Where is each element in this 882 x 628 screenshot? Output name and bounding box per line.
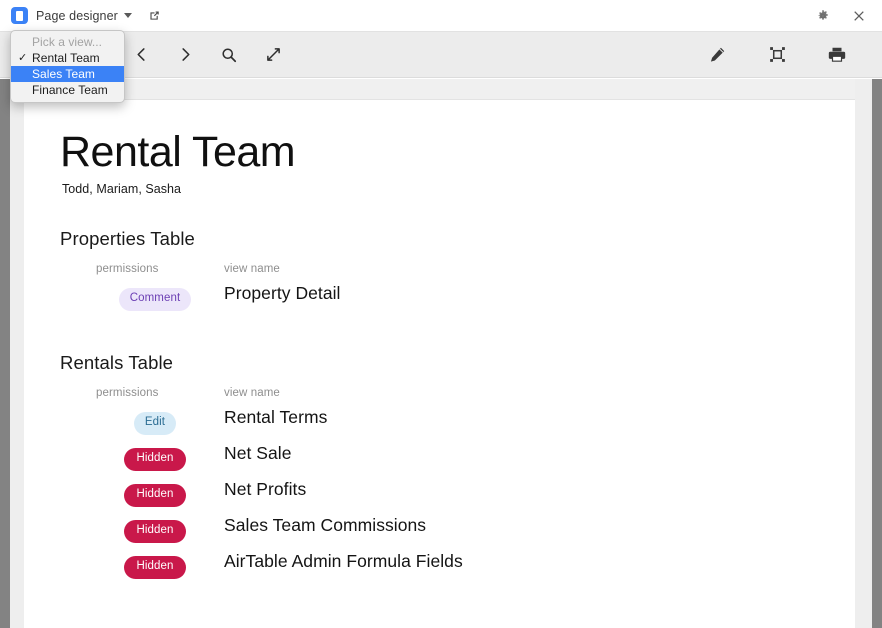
printer-icon[interactable] [826, 44, 848, 66]
view-name-cell: Sales Team Commissions [224, 515, 427, 536]
titlebar-left-group: Page designer [0, 7, 161, 24]
view-picker-menu: Pick a view... ✓ Rental Team Sales Team … [10, 30, 125, 103]
search-icon[interactable] [218, 44, 240, 66]
page-subtitle: Todd, Mariam, Sasha [62, 182, 182, 197]
permission-cell: Hidden [96, 448, 214, 471]
close-icon[interactable] [848, 5, 870, 27]
column-header-view-name: view name [224, 387, 280, 400]
document-icon [11, 7, 28, 24]
section-title: Rentals Table [60, 352, 174, 374]
menu-item-finance-team[interactable]: Finance Team [11, 82, 124, 98]
permission-cell: Hidden [96, 520, 214, 543]
external-link-icon[interactable] [148, 9, 161, 22]
table-row[interactable]: Hidden Sales Team Commissions [60, 515, 855, 551]
section-title: Properties Table [60, 228, 195, 250]
table-row[interactable]: Hidden Net Sale [60, 443, 855, 479]
page-designer-window: Page designer Rental Team Todd, Mariam, … [0, 0, 882, 628]
window-left-rail [0, 79, 10, 628]
permission-cell: Comment [96, 288, 214, 311]
status-badge: Hidden [124, 520, 186, 543]
view-name-cell: AirTable Admin Formula Fields [224, 551, 463, 572]
titlebar: Page designer [0, 0, 882, 32]
window-right-rail [872, 79, 882, 628]
chevron-down-icon[interactable] [123, 13, 132, 18]
status-badge: Comment [118, 288, 192, 311]
menu-item-label: Rental Team [32, 51, 100, 65]
back-button[interactable] [130, 44, 152, 66]
check-icon: ✓ [18, 52, 28, 64]
column-headers: permissions view name [60, 387, 855, 407]
toolbar [0, 32, 882, 78]
menu-item-label: Finance Team [32, 83, 108, 97]
table-row[interactable]: Hidden Net Profits [60, 479, 855, 515]
view-name-cell: Property Detail [224, 283, 341, 304]
canvas-left-gutter [10, 79, 24, 628]
menu-item-sales-team[interactable]: Sales Team [11, 66, 124, 82]
permission-cell: Hidden [96, 484, 214, 507]
table-row[interactable]: Edit Rental Terms [60, 407, 855, 443]
pencil-icon[interactable] [706, 44, 728, 66]
canvas-right-gutter [855, 79, 872, 628]
menu-item-placeholder: Pick a view... [32, 35, 103, 49]
status-badge: Edit [133, 412, 177, 435]
table-row[interactable]: Comment Property Detail [60, 283, 855, 319]
view-rows: Edit Rental Terms Hidden Net Sale Hidden [60, 407, 855, 587]
column-header-permissions: permissions [96, 263, 159, 276]
menu-item-label: Sales Team [32, 67, 95, 81]
page-title: Rental Team [60, 128, 296, 176]
status-badge: Hidden [124, 556, 186, 579]
view-name-cell: Net Profits [224, 479, 307, 500]
status-badge: Hidden [124, 448, 186, 471]
column-header-view-name: view name [224, 263, 280, 276]
crop-frame-icon[interactable] [766, 44, 788, 66]
expand-arrows-icon[interactable] [262, 44, 284, 66]
document-canvas: Rental Team Todd, Mariam, Sasha Properti… [24, 100, 855, 628]
view-name-cell: Rental Terms [224, 407, 328, 428]
app-title: Page designer [36, 8, 118, 23]
view-rows: Comment Property Detail [60, 283, 855, 319]
gear-icon[interactable] [812, 5, 834, 27]
titlebar-right-group [812, 5, 882, 27]
status-badge: Hidden [124, 484, 186, 507]
canvas-top-gutter [24, 79, 855, 100]
view-name-cell: Net Sale [224, 443, 292, 464]
column-header-permissions: permissions [96, 387, 159, 400]
menu-item-rental-team[interactable]: ✓ Rental Team [11, 50, 124, 66]
table-section: Properties Table permissions view name C… [60, 228, 855, 319]
permission-cell: Edit [96, 412, 214, 435]
column-headers: permissions view name [60, 263, 855, 283]
forward-button[interactable] [174, 44, 196, 66]
permission-cell: Hidden [96, 556, 214, 579]
toolbar-right-group [706, 44, 882, 66]
table-row[interactable]: Hidden AirTable Admin Formula Fields [60, 551, 855, 587]
table-section: Rentals Table permissions view name Edit… [60, 352, 855, 587]
